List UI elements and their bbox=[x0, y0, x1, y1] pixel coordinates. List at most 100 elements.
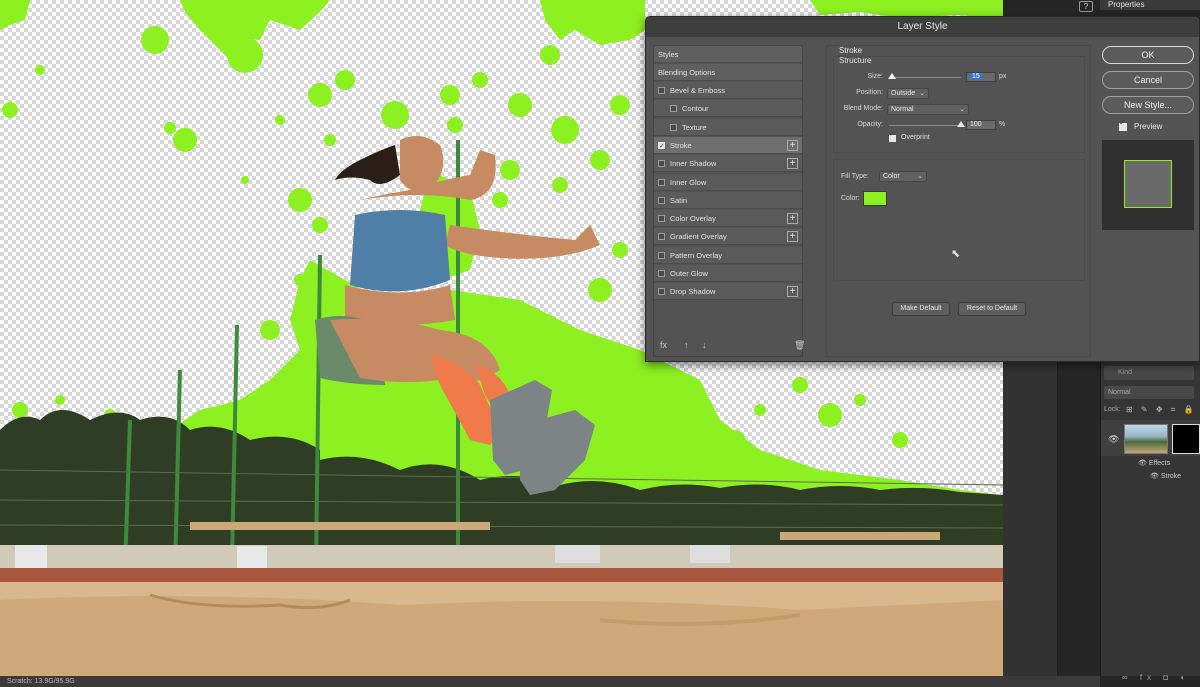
overprint-label: Overprint bbox=[901, 134, 930, 141]
styles-footer: fx ↑ ↓ 🗑 bbox=[654, 336, 805, 356]
effect-item-texture[interactable]: Texture bbox=[654, 118, 802, 136]
eye-icon[interactable]: 👁 bbox=[1108, 434, 1119, 445]
effect-label: Contour bbox=[682, 104, 709, 114]
blend-mode-value: Normal bbox=[891, 106, 914, 113]
layers-blend-mode[interactable]: Normal bbox=[1104, 386, 1194, 399]
blending-options-label: Blending Options bbox=[658, 68, 716, 77]
add-effect-icon[interactable]: + bbox=[787, 286, 798, 298]
styles-list: Styles Blending Options Bevel & Emboss Co… bbox=[653, 45, 805, 357]
position-value: Outside bbox=[891, 90, 916, 97]
effect-checkbox[interactable] bbox=[658, 288, 665, 296]
effect-item-outer-glow[interactable]: Outer Glow bbox=[654, 265, 802, 282]
layer-mask-thumbnail[interactable] bbox=[1172, 424, 1200, 454]
effect-label: Inner Glow bbox=[670, 177, 707, 187]
effect-label: Texture bbox=[682, 122, 707, 132]
effect-checkbox[interactable] bbox=[658, 196, 665, 204]
overprint-checkbox[interactable] bbox=[889, 130, 896, 142]
effect-label: Bevel & Emboss bbox=[670, 86, 726, 95]
size-label: Size: bbox=[867, 73, 883, 80]
move-up-icon[interactable]: ↑ bbox=[684, 340, 689, 350]
dialog-title[interactable]: Layer Style bbox=[646, 17, 1199, 37]
stroke-section-title: Stroke bbox=[839, 46, 863, 55]
opacity-slider-knob[interactable] bbox=[957, 121, 965, 127]
stroke-color-swatch[interactable] bbox=[863, 191, 887, 206]
eye-icon[interactable]: 👁 bbox=[1138, 460, 1149, 467]
effect-item-stroke[interactable]: Stroke + bbox=[654, 136, 802, 155]
chevron-down-icon: ⌄ bbox=[917, 173, 923, 180]
layers-lock-label: Lock: bbox=[1104, 406, 1121, 413]
effect-checkbox[interactable] bbox=[658, 138, 665, 155]
effect-item-contour[interactable]: Contour bbox=[654, 100, 802, 118]
effect-item-drop-shadow[interactable]: Drop Shadow + bbox=[654, 283, 802, 301]
effect-item-pattern-overlay[interactable]: Pattern Overlay bbox=[654, 246, 802, 264]
effect-checkbox[interactable] bbox=[658, 233, 665, 241]
size-unit: px bbox=[999, 73, 1007, 80]
move-down-icon[interactable]: ↓ bbox=[702, 340, 707, 350]
blend-mode-select[interactable]: Normal ⌄ bbox=[887, 104, 969, 115]
ok-button[interactable]: OK bbox=[1102, 46, 1194, 64]
blending-options-item[interactable]: Blending Options bbox=[654, 64, 802, 81]
add-effect-icon[interactable]: + bbox=[787, 158, 798, 170]
blend-mode-label: Blend Mode: bbox=[843, 105, 883, 112]
fill-group bbox=[833, 159, 1085, 281]
size-input[interactable]: 15 bbox=[966, 72, 996, 82]
effect-item-color-overlay[interactable]: Color Overlay + bbox=[654, 210, 802, 228]
stroke-settings-panel: Stroke Structure Size: 15 px Position: O… bbox=[826, 45, 1091, 357]
tool-panel-column bbox=[1003, 360, 1058, 676]
effect-checkbox[interactable] bbox=[658, 87, 665, 94]
chevron-down-icon: ⌄ bbox=[919, 90, 925, 97]
effect-checkbox[interactable] bbox=[658, 215, 665, 223]
layer-style-dialog: Layer Style Styles Blending Options Beve… bbox=[645, 16, 1200, 362]
cancel-button[interactable]: Cancel bbox=[1102, 71, 1194, 89]
effect-checkbox[interactable] bbox=[658, 270, 665, 277]
help-icon[interactable]: ? bbox=[1079, 1, 1093, 12]
status-bar: Scratch: 13.9G/95.9G bbox=[0, 676, 1100, 687]
layer-thumbnail[interactable] bbox=[1124, 424, 1168, 454]
reset-default-button[interactable]: Reset to Default bbox=[958, 302, 1026, 316]
style-preview bbox=[1102, 140, 1194, 230]
new-style-button[interactable]: New Style... bbox=[1102, 96, 1194, 114]
color-label: Color: bbox=[841, 195, 860, 202]
layer-stroke-item[interactable]: 👁 Stroke bbox=[1150, 472, 1181, 480]
eye-icon[interactable]: 👁 bbox=[1150, 473, 1161, 480]
effect-label: Satin bbox=[670, 195, 688, 205]
chevron-down-icon: ⌄ bbox=[959, 106, 965, 113]
effect-label: Inner Shadow bbox=[670, 159, 717, 169]
add-effect-icon[interactable]: + bbox=[787, 231, 798, 243]
fx-icon[interactable]: fx bbox=[660, 340, 667, 350]
position-select[interactable]: Outside ⌄ bbox=[887, 88, 929, 99]
size-slider-knob[interactable] bbox=[887, 73, 896, 79]
tab-properties[interactable]: Properties bbox=[1100, 0, 1200, 10]
effect-checkbox[interactable] bbox=[670, 105, 677, 113]
layers-filter-kind[interactable]: Kind bbox=[1104, 366, 1194, 380]
layers-bottom-icons[interactable]: ∞ fx ◘ ◐ bbox=[1122, 673, 1190, 682]
effect-item-inner-shadow[interactable]: Inner Shadow + bbox=[654, 155, 802, 173]
styles-header[interactable]: Styles bbox=[654, 46, 802, 63]
layers-lock-icons[interactable]: ⊞ ✎ ✥ ⌗ 🔒 bbox=[1126, 405, 1196, 415]
effect-item-inner-glow[interactable]: Inner Glow bbox=[654, 173, 802, 191]
effect-label: Outer Glow bbox=[670, 269, 708, 278]
effect-item-bevel-emboss[interactable]: Bevel & Emboss bbox=[654, 82, 802, 99]
fill-type-value: Color bbox=[883, 173, 900, 180]
effect-label: Gradient Overlay bbox=[670, 232, 727, 242]
structure-title: Structure bbox=[839, 56, 872, 65]
layer-effects-item[interactable]: 👁 Effects bbox=[1138, 459, 1170, 467]
trash-icon[interactable]: 🗑 bbox=[794, 340, 805, 351]
fill-type-select[interactable]: Color ⌄ bbox=[879, 171, 927, 182]
effect-checkbox[interactable] bbox=[658, 178, 665, 186]
opacity-input[interactable]: 100 bbox=[966, 120, 996, 130]
styles-header-label: Styles bbox=[658, 50, 679, 59]
effect-checkbox[interactable] bbox=[658, 160, 665, 168]
effect-checkbox[interactable] bbox=[670, 123, 677, 131]
add-effect-icon[interactable]: + bbox=[787, 213, 798, 225]
preview-checkbox[interactable] bbox=[1119, 118, 1127, 131]
effect-checkbox[interactable] bbox=[658, 251, 665, 259]
size-slider-track[interactable] bbox=[889, 77, 961, 78]
add-effect-icon[interactable]: + bbox=[787, 139, 798, 151]
effect-item-satin[interactable]: Satin bbox=[654, 191, 802, 209]
opacity-slider-track[interactable] bbox=[889, 125, 961, 126]
make-default-button[interactable]: Make Default bbox=[892, 302, 950, 316]
effect-item-gradient-overlay[interactable]: Gradient Overlay + bbox=[654, 228, 802, 246]
scratch-status: Scratch: 13.9G/95.9G bbox=[7, 678, 75, 685]
size-value: 15 bbox=[970, 73, 982, 80]
